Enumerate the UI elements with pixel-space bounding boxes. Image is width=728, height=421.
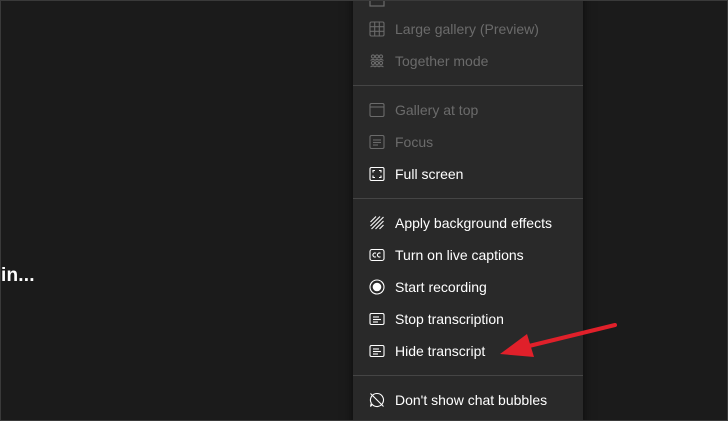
menu-item-label: Large gallery (Preview) bbox=[395, 21, 539, 37]
full-screen-icon bbox=[368, 165, 386, 183]
menu-item-background-effects[interactable]: Apply background effects bbox=[353, 208, 583, 238]
menu-item-label: Hide transcript bbox=[395, 343, 486, 359]
menu-item-label: Stop transcription bbox=[395, 311, 504, 327]
meeting-screen: in... Large gallery (Preview) Together m… bbox=[0, 0, 728, 421]
menu-divider bbox=[353, 375, 583, 376]
menu-item-chat-bubbles[interactable]: Don't show chat bubbles bbox=[353, 385, 583, 415]
menu-item-label: Full screen bbox=[395, 166, 464, 182]
focus-icon bbox=[368, 133, 386, 151]
no-chat-bubbles-icon bbox=[368, 391, 386, 409]
menu-divider bbox=[353, 85, 583, 86]
menu-item-partial bbox=[353, 1, 583, 14]
menu-item-label: Apply background effects bbox=[395, 215, 552, 231]
together-mode-icon bbox=[368, 52, 386, 70]
transcript-icon bbox=[368, 310, 386, 328]
menu-item-label: Don't show chat bubbles bbox=[395, 392, 548, 408]
menu-divider bbox=[353, 198, 583, 199]
menu-item-hide-transcript[interactable]: Hide transcript bbox=[353, 336, 583, 366]
menu-item-stop-transcription[interactable]: Stop transcription bbox=[353, 304, 583, 334]
captions-icon bbox=[368, 246, 386, 264]
meeting-status-text: in... bbox=[1, 265, 35, 286]
gallery-icon bbox=[368, 1, 386, 8]
gallery-at-top-icon bbox=[368, 101, 386, 119]
menu-item-focus[interactable]: Focus bbox=[353, 127, 583, 157]
menu-item-label: Gallery at top bbox=[395, 102, 479, 118]
menu-item-label: Focus bbox=[395, 134, 434, 150]
large-gallery-icon bbox=[368, 20, 386, 38]
menu-item-start-recording[interactable]: Start recording bbox=[353, 272, 583, 302]
menu-item-gallery-at-top[interactable]: Gallery at top bbox=[353, 95, 583, 125]
menu-item-live-captions[interactable]: Turn on live captions bbox=[353, 240, 583, 270]
transcript-icon bbox=[368, 342, 386, 360]
more-actions-menu: Large gallery (Preview) Together mode Ga… bbox=[353, 1, 583, 420]
menu-item-large-gallery[interactable]: Large gallery (Preview) bbox=[353, 14, 583, 44]
menu-item-label: Together mode bbox=[395, 53, 489, 69]
record-icon bbox=[368, 278, 386, 296]
menu-item-label: Turn on live captions bbox=[395, 247, 524, 263]
menu-item-together-mode[interactable]: Together mode bbox=[353, 46, 583, 76]
menu-item-full-screen[interactable]: Full screen bbox=[353, 159, 583, 189]
menu-item-label: Start recording bbox=[395, 279, 487, 295]
background-effects-icon bbox=[368, 214, 386, 232]
